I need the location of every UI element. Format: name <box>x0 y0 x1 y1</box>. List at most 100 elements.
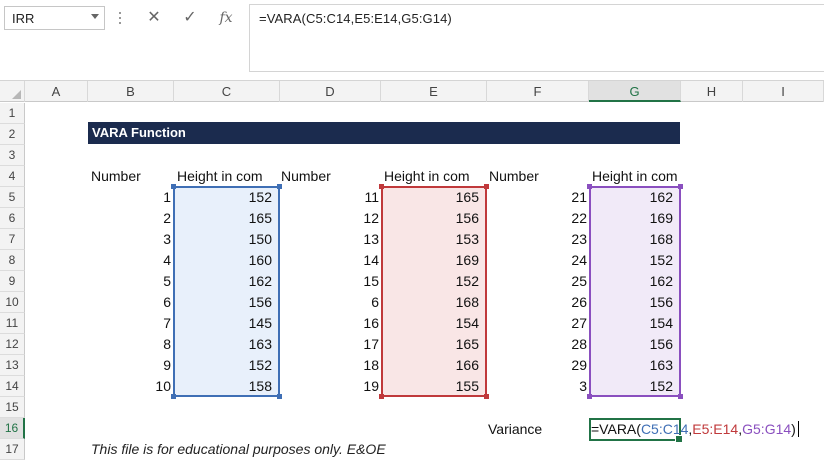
row-header-7[interactable]: 7 <box>0 229 25 250</box>
cell-f7[interactable]: 23 <box>487 229 587 250</box>
cell-g10[interactable]: 156 <box>589 292 673 313</box>
row-header-6[interactable]: 6 <box>0 208 25 229</box>
cell-b7[interactable]: 3 <box>88 229 171 250</box>
row-header-2[interactable]: 2 <box>0 124 25 145</box>
cell-e9[interactable]: 152 <box>381 271 479 292</box>
cell-g13[interactable]: 163 <box>589 355 673 376</box>
cell-d6[interactable]: 12 <box>280 208 379 229</box>
row-header-10[interactable]: 10 <box>0 292 25 313</box>
row-header-16[interactable]: 16 <box>0 418 25 439</box>
row-header-5[interactable]: 5 <box>0 187 25 208</box>
title-banner[interactable]: VARA Function <box>88 122 680 144</box>
formula-input[interactable]: =VARA(C5:C14,E5:E14,G5:G14) <box>249 4 824 72</box>
cell-b13[interactable]: 9 <box>88 355 171 376</box>
cell-f8[interactable]: 24 <box>487 250 587 271</box>
cell-e8[interactable]: 169 <box>381 250 479 271</box>
cell-b6[interactable]: 2 <box>88 208 171 229</box>
row-header-1[interactable]: 1 <box>0 103 25 124</box>
cell-f9[interactable]: 25 <box>487 271 587 292</box>
cell-c13[interactable]: 152 <box>174 355 272 376</box>
cell-b9[interactable]: 5 <box>88 271 171 292</box>
cell-g8[interactable]: 152 <box>589 250 673 271</box>
drag-handle-icon[interactable] <box>118 8 122 28</box>
row-header-15[interactable]: 15 <box>0 397 25 418</box>
cell-d9[interactable]: 15 <box>280 271 379 292</box>
cell-b11[interactable]: 7 <box>88 313 171 334</box>
cell-formula-editor[interactable]: =VARA(C5:C14,E5:E14,G5:G14) <box>591 418 799 441</box>
cell-f10[interactable]: 26 <box>487 292 587 313</box>
cell-d10[interactable]: 6 <box>280 292 379 313</box>
enter-icon[interactable]: ✓ <box>173 4 207 32</box>
cell-d14[interactable]: 19 <box>280 376 379 397</box>
cell-f11[interactable]: 27 <box>487 313 587 334</box>
cell-f6[interactable]: 22 <box>487 208 587 229</box>
cell-c5[interactable]: 152 <box>174 187 272 208</box>
insert-function-icon[interactable]: fx <box>209 4 243 32</box>
header-height-c[interactable]: Height in com <box>177 166 263 187</box>
cell-c8[interactable]: 160 <box>174 250 272 271</box>
cell-c10[interactable]: 156 <box>174 292 272 313</box>
cell-f12[interactable]: 28 <box>487 334 587 355</box>
cell-b5[interactable]: 1 <box>88 187 171 208</box>
cell-e5[interactable]: 165 <box>381 187 479 208</box>
row-header-13[interactable]: 13 <box>0 355 25 376</box>
column-header-d[interactable]: D <box>280 81 381 102</box>
row-header-9[interactable]: 9 <box>0 271 25 292</box>
cell-c6[interactable]: 165 <box>174 208 272 229</box>
row-header-8[interactable]: 8 <box>0 250 25 271</box>
cell-b14[interactable]: 10 <box>88 376 171 397</box>
cell-g6[interactable]: 169 <box>589 208 673 229</box>
cell-d11[interactable]: 16 <box>280 313 379 334</box>
cell-g5[interactable]: 162 <box>589 187 673 208</box>
column-header-h[interactable]: H <box>681 81 743 102</box>
column-header-f[interactable]: F <box>487 81 589 102</box>
cell-e7[interactable]: 153 <box>381 229 479 250</box>
cell-f14[interactable]: 3 <box>487 376 587 397</box>
cell-g12[interactable]: 156 <box>589 334 673 355</box>
cell-b10[interactable]: 6 <box>88 292 171 313</box>
name-box[interactable]: IRR <box>4 6 105 30</box>
cell-f13[interactable]: 29 <box>487 355 587 376</box>
cell-e12[interactable]: 165 <box>381 334 479 355</box>
header-number-f[interactable]: Number <box>489 166 539 187</box>
chevron-down-icon[interactable] <box>91 14 99 19</box>
row-header-11[interactable]: 11 <box>0 313 25 334</box>
header-number-d[interactable]: Number <box>281 166 331 187</box>
cell-e6[interactable]: 156 <box>381 208 479 229</box>
cell-d12[interactable]: 17 <box>280 334 379 355</box>
header-height-g[interactable]: Height in com <box>592 166 678 187</box>
cell-d5[interactable]: 11 <box>280 187 379 208</box>
column-header-b[interactable]: B <box>88 81 174 102</box>
row-header-3[interactable]: 3 <box>0 145 25 166</box>
row-header-4[interactable]: 4 <box>0 166 25 187</box>
variance-label[interactable]: Variance <box>488 419 542 440</box>
column-header-a[interactable]: A <box>25 81 88 102</box>
cell-g11[interactable]: 154 <box>589 313 673 334</box>
cell-f5[interactable]: 21 <box>487 187 587 208</box>
header-height-e[interactable]: Height in com <box>384 166 470 187</box>
cell-e13[interactable]: 166 <box>381 355 479 376</box>
cell-g7[interactable]: 168 <box>589 229 673 250</box>
cell-c7[interactable]: 150 <box>174 229 272 250</box>
footer-note[interactable]: This file is for educational purposes on… <box>91 441 386 457</box>
cell-b8[interactable]: 4 <box>88 250 171 271</box>
cell-c14[interactable]: 158 <box>174 376 272 397</box>
cell-c9[interactable]: 162 <box>174 271 272 292</box>
header-number-b[interactable]: Number <box>91 166 141 187</box>
cell-d7[interactable]: 13 <box>280 229 379 250</box>
cell-g14[interactable]: 152 <box>589 376 673 397</box>
column-header-i[interactable]: I <box>743 81 824 102</box>
row-header-12[interactable]: 12 <box>0 334 25 355</box>
cell-d8[interactable]: 14 <box>280 250 379 271</box>
column-header-c[interactable]: C <box>174 81 280 102</box>
column-header-g[interactable]: G <box>589 81 681 102</box>
cell-g9[interactable]: 162 <box>589 271 673 292</box>
cell-e14[interactable]: 155 <box>381 376 479 397</box>
cell-c12[interactable]: 163 <box>174 334 272 355</box>
row-header-17[interactable]: 17 <box>0 439 25 460</box>
cell-d13[interactable]: 18 <box>280 355 379 376</box>
cell-e10[interactable]: 168 <box>381 292 479 313</box>
row-header-14[interactable]: 14 <box>0 376 25 397</box>
select-all-button[interactable] <box>0 81 25 102</box>
cell-c11[interactable]: 145 <box>174 313 272 334</box>
